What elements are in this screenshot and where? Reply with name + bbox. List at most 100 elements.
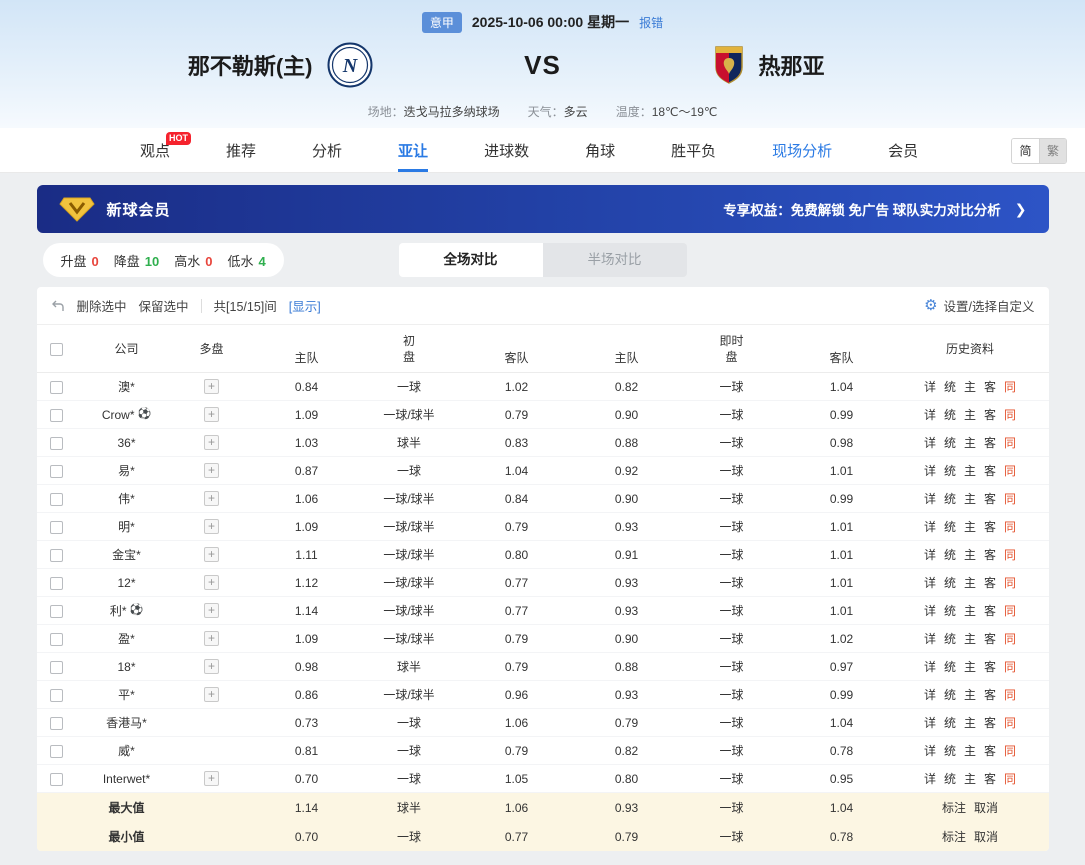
expand-multi-button[interactable]: + (204, 631, 219, 646)
keep-selected-button[interactable]: 保留选中 (139, 296, 189, 315)
history-link-same[interactable]: 同 (1004, 686, 1016, 703)
summary-action-mark[interactable]: 标注 (942, 799, 966, 816)
history-link-same[interactable]: 同 (1004, 546, 1016, 563)
history-link-home[interactable]: 主 (964, 378, 976, 395)
expand-multi-button[interactable]: + (204, 687, 219, 702)
history-link-home[interactable]: 主 (964, 434, 976, 451)
history-link-detail[interactable]: 详 (924, 518, 936, 535)
delete-selected-button[interactable]: 删除选中 (77, 296, 127, 315)
history-link-stats[interactable]: 统 (944, 406, 956, 423)
show-link[interactable]: [显示] (289, 296, 321, 315)
history-link-same[interactable]: 同 (1004, 574, 1016, 591)
history-link-detail[interactable]: 详 (924, 546, 936, 563)
history-link-home[interactable]: 主 (964, 546, 976, 563)
history-link-same[interactable]: 同 (1004, 602, 1016, 619)
history-link-same[interactable]: 同 (1004, 742, 1016, 759)
row-checkbox[interactable] (50, 688, 63, 702)
history-link-home[interactable]: 主 (964, 490, 976, 507)
nav-item-recommend[interactable]: 推荐 (226, 128, 256, 172)
nav-item-member[interactable]: 会员 (888, 128, 918, 172)
history-link-detail[interactable]: 详 (924, 714, 936, 731)
settings-button[interactable]: ⚙ 设置/选择自定义 (924, 296, 1034, 315)
history-link-away[interactable]: 客 (984, 714, 996, 731)
history-link-same[interactable]: 同 (1004, 490, 1016, 507)
nav-item-goals[interactable]: 进球数 (484, 128, 529, 172)
history-link-away[interactable]: 客 (984, 602, 996, 619)
history-link-stats[interactable]: 统 (944, 434, 956, 451)
history-link-away[interactable]: 客 (984, 630, 996, 647)
nav-item-live-analysis[interactable]: 现场分析 (772, 128, 832, 172)
history-link-home[interactable]: 主 (964, 686, 976, 703)
row-checkbox[interactable] (50, 744, 63, 758)
member-banner[interactable]: 新球会员 专享权益：免费解锁 免广告 球队实力对比分析 ❯ (36, 185, 1049, 233)
row-checkbox[interactable] (50, 576, 63, 590)
history-link-same[interactable]: 同 (1004, 378, 1016, 395)
history-link-stats[interactable]: 统 (944, 462, 956, 479)
nav-item-asian-handicap[interactable]: 亚让 (398, 128, 428, 172)
history-link-stats[interactable]: 统 (944, 378, 956, 395)
history-link-stats[interactable]: 统 (944, 574, 956, 591)
expand-multi-button[interactable]: + (204, 771, 219, 786)
expand-multi-button[interactable]: + (204, 547, 219, 562)
history-link-stats[interactable]: 统 (944, 546, 956, 563)
history-link-away[interactable]: 客 (984, 490, 996, 507)
history-link-detail[interactable]: 详 (924, 574, 936, 591)
row-checkbox[interactable] (50, 436, 63, 450)
expand-multi-button[interactable]: + (204, 519, 219, 534)
expand-multi-button[interactable]: + (204, 463, 219, 478)
row-checkbox[interactable] (50, 772, 63, 786)
summary-action-mark[interactable]: 标注 (942, 828, 966, 845)
expand-multi-button[interactable]: + (204, 603, 219, 618)
history-link-home[interactable]: 主 (964, 714, 976, 731)
history-link-away[interactable]: 客 (984, 770, 996, 787)
row-checkbox[interactable] (50, 492, 63, 506)
lang-simplified-button[interactable]: 简 (1012, 139, 1039, 163)
history-link-home[interactable]: 主 (964, 406, 976, 423)
history-link-away[interactable]: 客 (984, 406, 996, 423)
history-link-detail[interactable]: 详 (924, 378, 936, 395)
history-link-stats[interactable]: 统 (944, 518, 956, 535)
history-link-away[interactable]: 客 (984, 546, 996, 563)
history-link-away[interactable]: 客 (984, 378, 996, 395)
history-link-away[interactable]: 客 (984, 742, 996, 759)
history-link-stats[interactable]: 统 (944, 770, 956, 787)
history-link-same[interactable]: 同 (1004, 434, 1016, 451)
history-link-stats[interactable]: 统 (944, 602, 956, 619)
history-link-same[interactable]: 同 (1004, 714, 1016, 731)
expand-multi-button[interactable]: + (204, 379, 219, 394)
history-link-stats[interactable]: 统 (944, 630, 956, 647)
row-checkbox[interactable] (50, 464, 63, 478)
nav-item-corner[interactable]: 角球 (585, 128, 615, 172)
banner-benefits[interactable]: 专享权益：免费解锁 免广告 球队实力对比分析 ❯ (723, 199, 1026, 219)
history-link-stats[interactable]: 统 (944, 714, 956, 731)
history-link-stats[interactable]: 统 (944, 742, 956, 759)
history-link-same[interactable]: 同 (1004, 462, 1016, 479)
nav-item-win-draw-lose[interactable]: 胜平负 (671, 128, 716, 172)
history-link-same[interactable]: 同 (1004, 406, 1016, 423)
history-link-same[interactable]: 同 (1004, 658, 1016, 675)
history-link-home[interactable]: 主 (964, 742, 976, 759)
history-link-away[interactable]: 客 (984, 518, 996, 535)
row-checkbox[interactable] (50, 408, 63, 422)
select-all-checkbox[interactable] (50, 342, 63, 356)
history-link-away[interactable]: 客 (984, 462, 996, 479)
row-checkbox[interactable] (50, 548, 63, 562)
history-link-stats[interactable]: 统 (944, 686, 956, 703)
history-link-detail[interactable]: 详 (924, 434, 936, 451)
history-link-stats[interactable]: 统 (944, 490, 956, 507)
history-link-detail[interactable]: 详 (924, 406, 936, 423)
report-error-link[interactable]: 报错 (639, 14, 663, 31)
row-checkbox[interactable] (50, 380, 63, 394)
row-checkbox[interactable] (50, 604, 63, 618)
history-link-detail[interactable]: 详 (924, 686, 936, 703)
history-link-stats[interactable]: 统 (944, 658, 956, 675)
expand-multi-button[interactable]: + (204, 491, 219, 506)
history-link-home[interactable]: 主 (964, 574, 976, 591)
expand-multi-button[interactable]: + (204, 407, 219, 422)
row-checkbox[interactable] (50, 716, 63, 730)
history-link-detail[interactable]: 详 (924, 630, 936, 647)
history-link-detail[interactable]: 详 (924, 490, 936, 507)
row-checkbox[interactable] (50, 520, 63, 534)
expand-multi-button[interactable]: + (204, 575, 219, 590)
history-link-same[interactable]: 同 (1004, 518, 1016, 535)
